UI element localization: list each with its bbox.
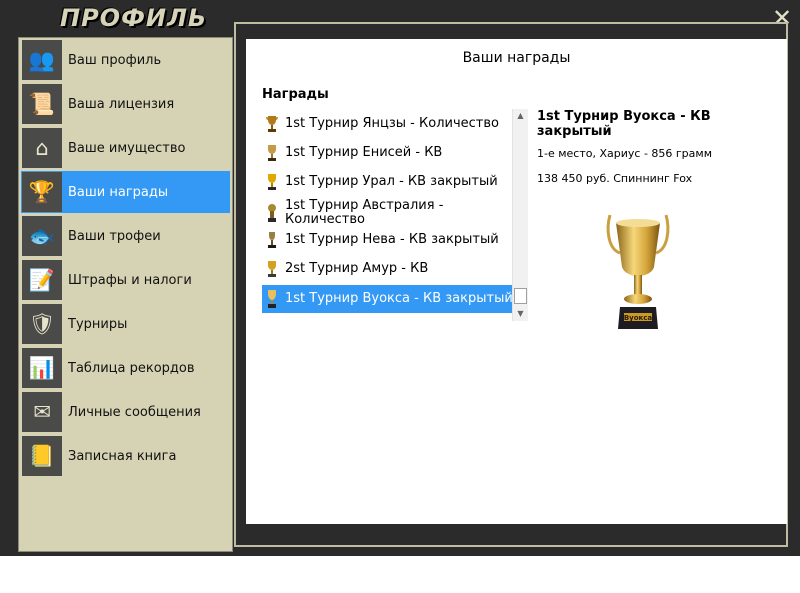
bar-chart-icon: 📊: [22, 348, 62, 388]
sidebar-item-profile[interactable]: 👥 Ваш профиль: [21, 39, 230, 81]
sidebar-item-label: Штрафы и налоги: [68, 272, 192, 288]
award-label: 1st Турнир Вуокса - КВ закрытый: [285, 291, 513, 306]
sidebar-item-label: Ваши награды: [68, 184, 169, 200]
scroll-up-icon[interactable]: ▲: [513, 109, 528, 123]
awards-heading: Награды: [262, 87, 329, 102]
award-list-scrollbar[interactable]: ▲ ▼: [512, 109, 528, 321]
award-label: 1st Турнир Урал - КВ закрытый: [285, 174, 498, 189]
document-pen-icon: 📝: [22, 260, 62, 300]
award-list-item[interactable]: 2st Турнир Амур - КВ: [262, 258, 513, 280]
sidebar-item-trophies[interactable]: 🐟 Ваши трофеи: [21, 215, 230, 257]
sidebar-item-tournaments[interactable]: 🛡 Турниры: [21, 303, 230, 345]
award-list-item[interactable]: 1st Турнир Нева - КВ закрытый: [262, 229, 513, 251]
trophy-icon: [264, 289, 280, 309]
trophy-icon: [264, 259, 280, 279]
trophy-icon: 🏆: [22, 172, 62, 212]
sidebar-item-property[interactable]: ⌂ Ваше имущество: [21, 127, 230, 169]
award-list-item[interactable]: 1st Турнир Австралия - Количество: [262, 198, 513, 228]
award-label: 1st Турнир Янцзы - Количество: [285, 116, 499, 131]
fish-icon: 🐟: [22, 216, 62, 256]
sidebar-item-label: Ваши трофеи: [68, 228, 161, 244]
window-title: ПРОФИЛЬ: [60, 4, 208, 32]
sidebar-item-label: Ваше имущество: [68, 140, 186, 156]
sidebar-item-label: Записная книга: [68, 448, 177, 464]
award-list: 1st Турнир Янцзы - Количество 1st Турнир…: [260, 109, 529, 324]
sidebar-item-label: Личные сообщения: [68, 404, 201, 420]
award-list-item[interactable]: 1st Турнир Урал - КВ закрытый: [262, 171, 513, 193]
sidebar: 👥 Ваш профиль 📜 Ваша лицензия ⌂ Ваше иму…: [18, 37, 233, 552]
sidebar-item-fines[interactable]: 📝 Штрафы и налоги: [21, 259, 230, 301]
awards-panel: Ваши награды Награды 1st Турнир Янцзы - …: [246, 39, 787, 524]
award-label: 1st Турнир Нева - КВ закрытый: [285, 232, 499, 247]
award-detail-prize: 138 450 руб. Спиннинг Fox: [537, 172, 693, 185]
profile-window: ПРОФИЛЬ ✕ 👥 Ваш профиль 📜 Ваша лицензия …: [0, 0, 800, 556]
sidebar-item-messages[interactable]: ✉ Личные сообщения: [21, 391, 230, 433]
scroll-down-icon[interactable]: ▼: [513, 307, 528, 321]
envelope-icon: ✉: [22, 392, 62, 432]
house-icon: ⌂: [22, 128, 62, 168]
award-list-item[interactable]: 1st Турнир Янцзы - Количество: [262, 113, 513, 135]
users-icon: 👥: [22, 40, 62, 80]
sidebar-item-notebook[interactable]: 📒 Записная книга: [21, 435, 230, 477]
sidebar-item-license[interactable]: 📜 Ваша лицензия: [21, 83, 230, 125]
trophy-icon: [264, 230, 280, 250]
panel-title: Ваши награды: [462, 50, 571, 66]
award-list-item-selected[interactable]: 1st Турнир Вуокса - КВ закрытый: [262, 285, 513, 313]
award-detail-title: 1st Турнир Вуокса - КВ закрытый: [537, 109, 711, 139]
trophy-icon: [264, 114, 280, 134]
award-list-item[interactable]: 1st Турнир Енисей - КВ: [262, 142, 513, 164]
sidebar-item-label: Турниры: [68, 316, 128, 332]
trophy-plate-text: Вуокса: [624, 314, 653, 322]
sidebar-item-label: Ваш профиль: [68, 52, 162, 68]
scrollbar-thumb[interactable]: [514, 288, 527, 304]
shield-badge-icon: 🛡: [22, 304, 62, 344]
sidebar-item-label: Таблица рекордов: [68, 360, 195, 376]
sidebar-item-records[interactable]: 📊 Таблица рекордов: [21, 347, 230, 389]
notebook-icon: 📒: [22, 436, 62, 476]
trophy-icon: [264, 172, 280, 192]
award-label: 1st Турнир Австралия - Количество: [285, 198, 444, 227]
sidebar-item-awards[interactable]: 🏆 Ваши награды: [21, 171, 230, 213]
trophy-image: Вуокса: [604, 209, 672, 337]
trophy-icon: [264, 203, 280, 223]
award-label: 2st Турнир Амур - КВ: [285, 261, 429, 276]
license-document-icon: 📜: [22, 84, 62, 124]
trophy-icon: [264, 143, 280, 163]
award-label: 1st Турнир Енисей - КВ: [285, 145, 443, 160]
sidebar-item-label: Ваша лицензия: [68, 96, 175, 112]
award-detail-place: 1-е место, Хариус - 856 грамм: [537, 147, 712, 160]
